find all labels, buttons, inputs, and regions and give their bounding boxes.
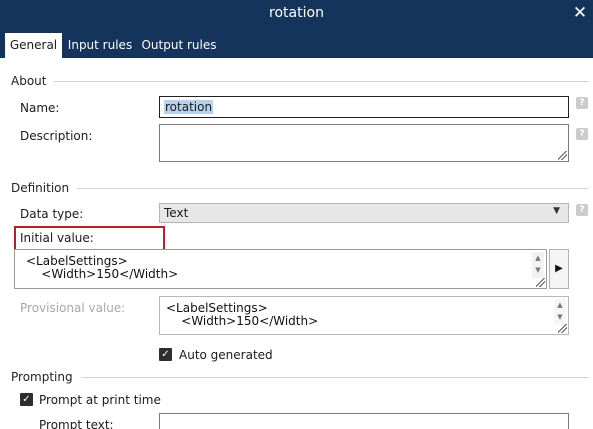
section-prompting: Prompting [11, 370, 589, 384]
data-type-value: Text [164, 206, 189, 220]
section-about: About [11, 74, 589, 88]
tab-general[interactable]: General [5, 33, 62, 58]
section-divider [80, 376, 589, 378]
initial-value-scrollbar[interactable]: ▲ ▼ [532, 252, 544, 278]
provisional-value-line-2: <Width>150</Width> [166, 314, 319, 328]
prompt-text-label: Prompt text: [39, 418, 114, 429]
description-label: Description: [20, 129, 93, 143]
scroll-down-icon[interactable]: ▼ [554, 311, 566, 323]
help-icon[interactable]: ? [576, 204, 588, 216]
section-definition-label: Definition [11, 181, 70, 195]
resize-grip-icon[interactable] [536, 278, 545, 287]
play-icon[interactable]: ▶ [549, 249, 569, 289]
provisional-value-input[interactable]: <LabelSettings> <Width>150</Width> ▲ ▼ [159, 296, 569, 335]
scroll-up-icon[interactable]: ▲ [532, 252, 544, 264]
section-definition: Definition [11, 181, 589, 195]
provisional-value-label: Provisional value: [20, 301, 126, 315]
scroll-down-icon[interactable]: ▼ [532, 264, 544, 276]
prompt-at-print-label: Prompt at print time [39, 393, 161, 407]
initial-value-line-2: <Width>150</Width> [26, 267, 179, 281]
section-divider [54, 80, 589, 82]
name-input[interactable]: rotation [159, 96, 569, 118]
help-icon[interactable]: ? [576, 128, 588, 140]
section-about-label: About [11, 74, 47, 88]
tab-output-rules[interactable]: Output rules [140, 33, 218, 58]
initial-value-input[interactable]: <LabelSettings> <Width>150</Width> ▲ ▼ [14, 249, 547, 289]
help-icon[interactable]: ? [576, 97, 588, 109]
close-icon[interactable]: ✕ [571, 3, 589, 23]
chevron-down-icon: ▼ [553, 206, 560, 216]
name-input-value: rotation [164, 100, 214, 114]
resize-grip-icon[interactable] [558, 324, 567, 333]
tab-input-rules[interactable]: Input rules [65, 33, 135, 58]
data-type-select[interactable]: Text ▼ [159, 203, 569, 223]
window-title: rotation [269, 5, 324, 21]
provisional-value-scrollbar[interactable]: ▲ ▼ [554, 299, 566, 325]
section-prompting-label: Prompting [11, 370, 73, 384]
auto-generated-checkbox[interactable]: ✓ [159, 348, 172, 361]
prompt-text-input[interactable] [159, 413, 569, 429]
scroll-up-icon[interactable]: ▲ [554, 299, 566, 311]
initial-value-label: Initial value: [20, 231, 94, 245]
auto-generated-label: Auto generated [179, 348, 273, 362]
data-type-label: Data type: [20, 207, 84, 221]
resize-grip-icon[interactable] [558, 151, 567, 160]
section-divider [77, 187, 589, 189]
name-label: Name: [20, 101, 60, 115]
description-input[interactable] [159, 124, 569, 162]
prompt-at-print-checkbox[interactable]: ✓ [20, 393, 33, 406]
